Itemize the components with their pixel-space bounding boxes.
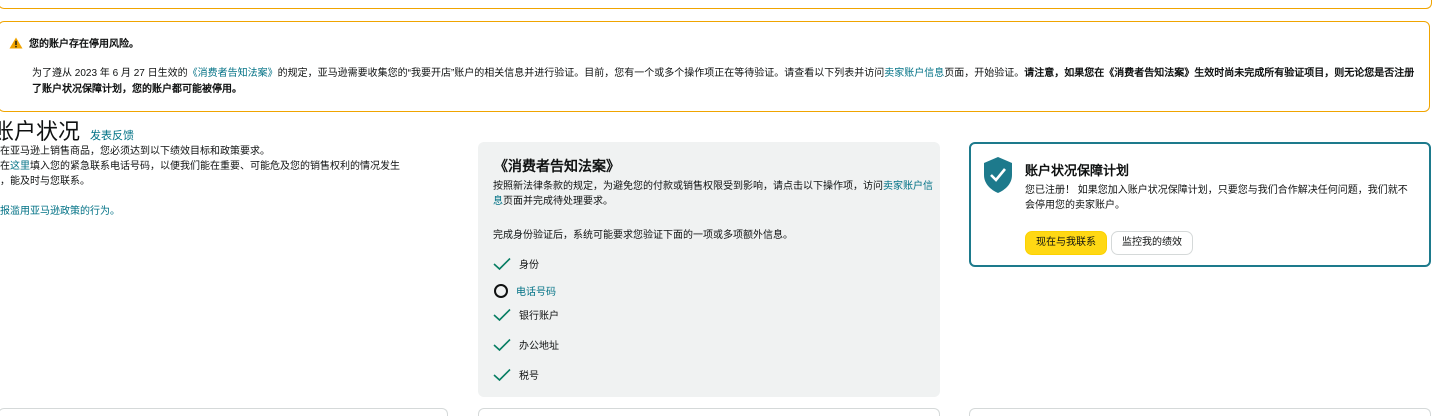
- emergency-suffix: 填入您的紧急联系电话号码，以便我们能在重要、可能危及您的销售权利的情况发生: [30, 161, 400, 172]
- phone-number-link[interactable]: 电话号码: [516, 283, 556, 298]
- pending-circle-icon: [494, 283, 508, 298]
- assurance-title: 账户状况保障计划: [1025, 163, 1130, 178]
- consumer-act-description: 按照新法律条款的规定，为避免您的付款或销售权限受到影响，请点击以下操作项，访问卖…: [493, 179, 933, 209]
- emergency-contact-line: 在这里填入您的紧急联系电话号码，以便我们能在重要、可能危及您的销售权利的情况发生: [0, 159, 455, 174]
- monitor-performance-button[interactable]: 监控我的绩效: [1111, 231, 1193, 255]
- account-health-assurance-panel: 账户状况保障计划 您已注册！ 如果您加入账户状况保障计划，只要您与我们合作解决任…: [969, 142, 1431, 267]
- consumer-act-note: 完成身份验证后，系统可能要求您验证下面的一项或多项额外信息。: [493, 230, 793, 241]
- shield-check-icon: [984, 157, 1012, 193]
- feedback-link[interactable]: 发表反馈: [90, 127, 134, 143]
- deactivation-warning-box: 您的账户存在停用风险。 为了遵从 2023 年 6 月 27 日生效的《消费者告…: [0, 21, 1430, 112]
- contact-me-button[interactable]: 现在与我联系: [1025, 231, 1107, 255]
- emergency-contact-link[interactable]: 这里: [10, 161, 30, 172]
- checkmark-icon: [493, 338, 511, 351]
- next-card-edge: [969, 408, 1431, 416]
- requirement-tax-id: 税号: [493, 367, 539, 382]
- next-card-edge: [478, 408, 940, 416]
- page-title-row: 账户状况 发表反馈: [0, 114, 134, 146]
- warning-title: 您的账户存在停用风险。: [9, 35, 139, 50]
- requirement-phone[interactable]: 电话号码: [493, 283, 556, 298]
- warning-icon: [9, 37, 23, 48]
- warning-body-mid: 的规定，亚马逊需要收集您的“我要开店”账户的相关信息并进行验证。目前，您有一个或…: [277, 68, 885, 79]
- seller-info-link[interactable]: 卖家账户信息: [884, 68, 944, 79]
- checkmark-icon: [493, 308, 511, 321]
- intro-line: 在亚马逊上销售商品，您必须达到以下绩效目标和政策要求。: [0, 146, 270, 157]
- consumer-act-link[interactable]: 《消费者告知法案》: [188, 68, 278, 79]
- requirement-label: 税号: [519, 371, 539, 382]
- checkmark-icon: [493, 368, 511, 381]
- cpa-desc-suffix: 页面并完成待处理要求。: [503, 196, 613, 207]
- requirement-office-address: 办公地址: [493, 337, 559, 352]
- warning-body-intro: 为了遵从 2023 年 6 月 27 日生效的: [32, 68, 188, 79]
- page-title: 账户状况: [0, 119, 81, 144]
- checkmark-icon: [493, 257, 511, 270]
- requirement-label: 身份: [519, 260, 539, 271]
- requirement-label: 银行账户: [519, 311, 559, 322]
- consumer-act-panel: 《消费者告知法案》 按照新法律条款的规定，为避免您的付款或销售权限受到影响，请点…: [478, 142, 940, 397]
- emergency-contact-line-2: ，能及时与您联系。: [0, 176, 90, 187]
- warning-body-after-link: 页面，开始验证。: [944, 68, 1025, 79]
- warning-title-text: 您的账户存在停用风险。: [29, 39, 139, 50]
- account-health-intro: 在亚马逊上销售商品，您必须达到以下绩效目标和政策要求。 在这里填入您的紧急联系电…: [0, 144, 455, 219]
- assurance-description: 您已注册！ 如果您加入账户状况保障计划，只要您与我们合作解决任何问题，我们就不会…: [1025, 185, 1408, 211]
- warning-body: 为了遵从 2023 年 6 月 27 日生效的《消费者告知法案》的规定，亚马逊需…: [32, 66, 1422, 98]
- requirement-bank-account: 银行账户: [493, 307, 559, 322]
- previous-alert-box: [0, 0, 1432, 9]
- report-abuse-link[interactable]: 报滥用亚马逊政策的行为。: [0, 206, 120, 217]
- requirement-identity: 身份: [493, 256, 539, 271]
- requirement-label: 办公地址: [519, 341, 559, 352]
- next-card-edge: [0, 408, 448, 416]
- consumer-act-title: 《消费者告知法案》: [494, 158, 620, 174]
- cpa-desc-prefix: 按照新法律条款的规定，为避免您的付款或销售权限受到影响，请点击以下操作项，访问: [493, 181, 883, 192]
- emergency-prefix: 在: [0, 161, 10, 172]
